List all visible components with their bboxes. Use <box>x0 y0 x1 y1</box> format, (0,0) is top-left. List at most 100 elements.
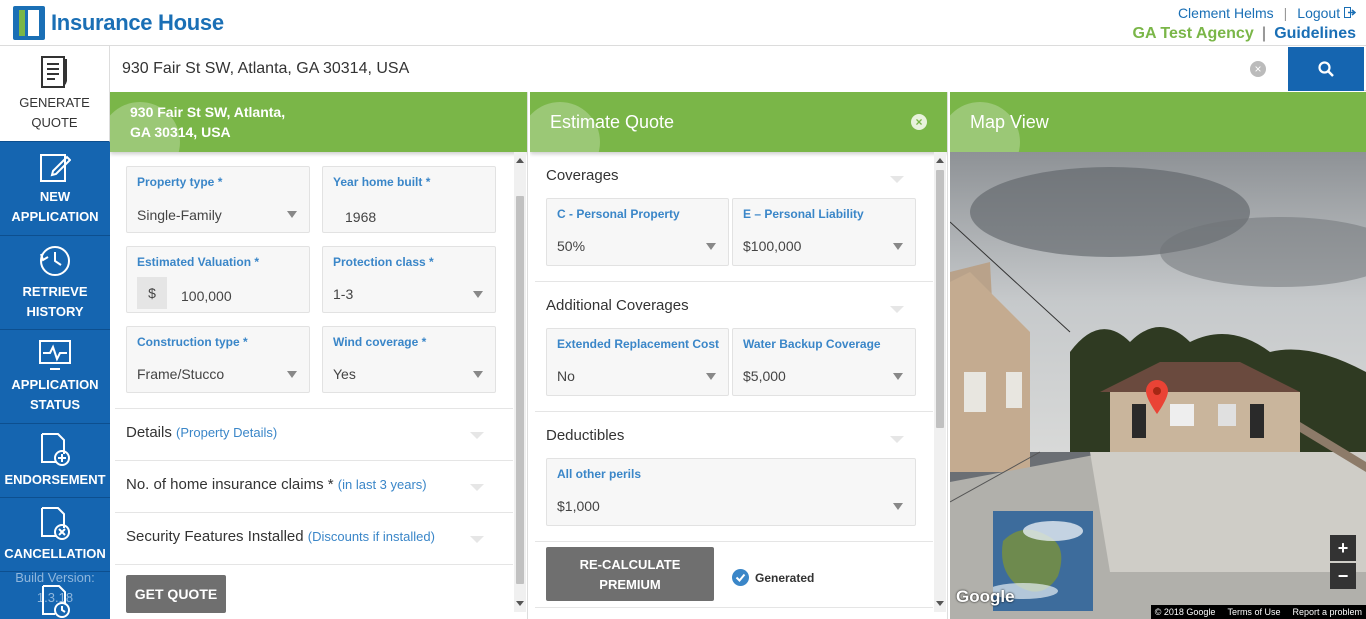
separator: | <box>1283 5 1288 21</box>
scroll-down-icon[interactable] <box>936 601 944 606</box>
chevron-down-icon <box>706 243 716 250</box>
all-other-perils-select[interactable]: All other perils $1,000 <box>546 458 916 526</box>
divider <box>535 541 933 542</box>
chevron-down-icon <box>473 371 483 378</box>
sidebar-item-label: APPLICATION <box>11 376 99 392</box>
sidebar-item-new-application[interactable]: NEW APPLICATION <box>0 142 110 236</box>
divider <box>535 281 933 282</box>
address-search-bar: × <box>110 47 1366 91</box>
sidebar-item-generate-quote[interactable]: GENERATE QUOTE <box>0 46 110 142</box>
map-copyright: © 2018 Google <box>1154 607 1216 617</box>
clear-search-icon[interactable]: × <box>1250 61 1266 77</box>
terms-of-use-link[interactable]: Terms of Use <box>1227 605 1280 619</box>
logout-link[interactable]: Logout <box>1297 5 1357 21</box>
security-section-toggle[interactable]: Security Features Installed (Discounts i… <box>126 528 435 545</box>
zoom-in-button[interactable]: + <box>1330 535 1356 561</box>
chevron-down-icon[interactable] <box>890 436 904 443</box>
report-problem-link[interactable]: Report a problem <box>1292 605 1362 619</box>
personal-property-select[interactable]: C - Personal Property 50% <box>546 198 729 266</box>
recalculate-premium-button[interactable]: RE-CALCULATE PREMIUM <box>546 547 714 601</box>
field-label: Construction type * <box>137 335 248 349</box>
chevron-down-icon <box>893 243 903 250</box>
water-backup-select[interactable]: Water Backup Coverage $5,000 <box>732 328 916 396</box>
divider <box>115 460 513 461</box>
address-line-1: 930 Fair St SW, Atlanta, <box>130 104 286 120</box>
user-menu: Clement Helms | Logout <box>1178 5 1357 21</box>
section-subtitle: (Property Details) <box>176 425 278 440</box>
section-subtitle: (in last 3 years) <box>337 477 427 492</box>
divider <box>535 411 933 412</box>
sidebar-item-application-status[interactable]: APPLICATION STATUS <box>0 330 110 424</box>
field-label: Water Backup Coverage <box>743 337 881 351</box>
search-button[interactable] <box>1288 47 1364 91</box>
chevron-down-icon[interactable] <box>470 432 484 439</box>
guidelines-link[interactable]: Guidelines <box>1274 25 1356 43</box>
scrollbar[interactable] <box>514 152 526 612</box>
scrollbar-thumb[interactable] <box>936 170 944 428</box>
generated-label: Generated <box>755 570 815 585</box>
field-label: Property type * <box>137 175 223 189</box>
details-section-toggle[interactable]: Details (Property Details) <box>126 424 277 441</box>
chevron-down-icon[interactable] <box>470 536 484 543</box>
property-address: 930 Fair St SW, Atlanta, GA 30314, USA <box>130 102 285 142</box>
estimated-valuation-input[interactable]: Estimated Valuation * $ 100,000 <box>126 246 310 313</box>
zoom-out-button[interactable]: − <box>1330 563 1356 589</box>
address-search-input[interactable] <box>110 47 1288 91</box>
sidebar-item-cancellation[interactable]: CANCELLATION <box>0 498 110 572</box>
panel-title: Estimate Quote <box>550 112 675 132</box>
year-built-input[interactable]: Year home built * 1968 <box>322 166 496 233</box>
street-view-map[interactable]: Google + − © 2018 Google Terms of Use Re… <box>950 152 1366 619</box>
field-value: 1968 <box>345 209 377 225</box>
sidebar-item-retrieve-history[interactable]: RETRIEVE HISTORY <box>0 236 110 330</box>
document-plus-icon <box>41 432 70 466</box>
scrollbar[interactable] <box>934 152 946 612</box>
field-label: Estimated Valuation * <box>137 255 260 269</box>
sidebar-item-label: RETRIEVE <box>22 283 88 299</box>
protection-class-select[interactable]: Protection class * 1-3 <box>322 246 496 313</box>
sidebar-item-label: STATUS <box>29 396 81 412</box>
chevron-down-icon[interactable] <box>890 306 904 313</box>
estimate-quote-panel: Estimate Quote × Coverages C - Personal … <box>530 92 948 619</box>
wind-coverage-select[interactable]: Wind coverage * Yes <box>322 326 496 393</box>
logo-text: Insurance House <box>51 10 224 35</box>
chevron-down-icon[interactable] <box>470 484 484 491</box>
document-cancel-icon <box>41 506 70 540</box>
scroll-up-icon[interactable] <box>936 158 944 163</box>
estimate-quote-header: Estimate Quote × <box>530 92 947 152</box>
chevron-down-icon <box>893 373 903 380</box>
section-title: No. of home insurance claims * <box>126 476 334 493</box>
section-title: Details <box>126 424 172 441</box>
property-panel-header: 930 Fair St SW, Atlanta, GA 30314, USA <box>110 92 527 152</box>
history-clock-icon <box>40 245 70 276</box>
chevron-down-icon <box>706 373 716 380</box>
extended-replacement-select[interactable]: Extended Replacement Cost No <box>546 328 729 396</box>
sidebar-item-label: CANCELLATION <box>4 545 106 561</box>
panel-title: Map View <box>970 112 1049 132</box>
map-attribution: © 2018 Google Terms of Use Report a prob… <box>1150 605 1366 619</box>
app-header: Insurance House Clement Helms | Logout G… <box>0 0 1366 46</box>
scroll-down-icon[interactable] <box>516 601 524 606</box>
map-view-header: Map View <box>950 92 1366 152</box>
address-line-2: GA 30314, USA <box>130 124 231 140</box>
personal-liability-select[interactable]: E – Personal Liability $100,000 <box>732 198 916 266</box>
get-quote-button[interactable]: GET QUOTE <box>126 575 226 613</box>
agency-line: GA Test Agency | Guidelines <box>1133 25 1357 43</box>
field-label: All other perils <box>557 467 642 481</box>
section-subtitle: (Discounts if installed) <box>307 529 435 544</box>
logo[interactable]: Insurance House <box>13 6 224 40</box>
user-name-link[interactable]: Clement Helms <box>1178 5 1274 21</box>
divider <box>115 564 513 565</box>
construction-type-select[interactable]: Construction type * Frame/Stucco <box>126 326 310 393</box>
scroll-up-icon[interactable] <box>516 158 524 163</box>
search-icon <box>1318 61 1334 77</box>
check-circle-icon <box>732 569 749 586</box>
logout-icon <box>1344 7 1357 18</box>
chevron-down-icon[interactable] <box>890 176 904 183</box>
scrollbar-thumb[interactable] <box>516 196 524 584</box>
claims-section-toggle[interactable]: No. of home insurance claims * (in last … <box>126 476 427 493</box>
close-icon[interactable]: × <box>911 114 927 130</box>
property-type-select[interactable]: Property type * Single-Family <box>126 166 310 233</box>
sidebar-item-endorsement[interactable]: ENDORSEMENT <box>0 424 110 498</box>
chevron-down-icon <box>287 371 297 378</box>
field-label: E – Personal Liability <box>743 207 864 221</box>
